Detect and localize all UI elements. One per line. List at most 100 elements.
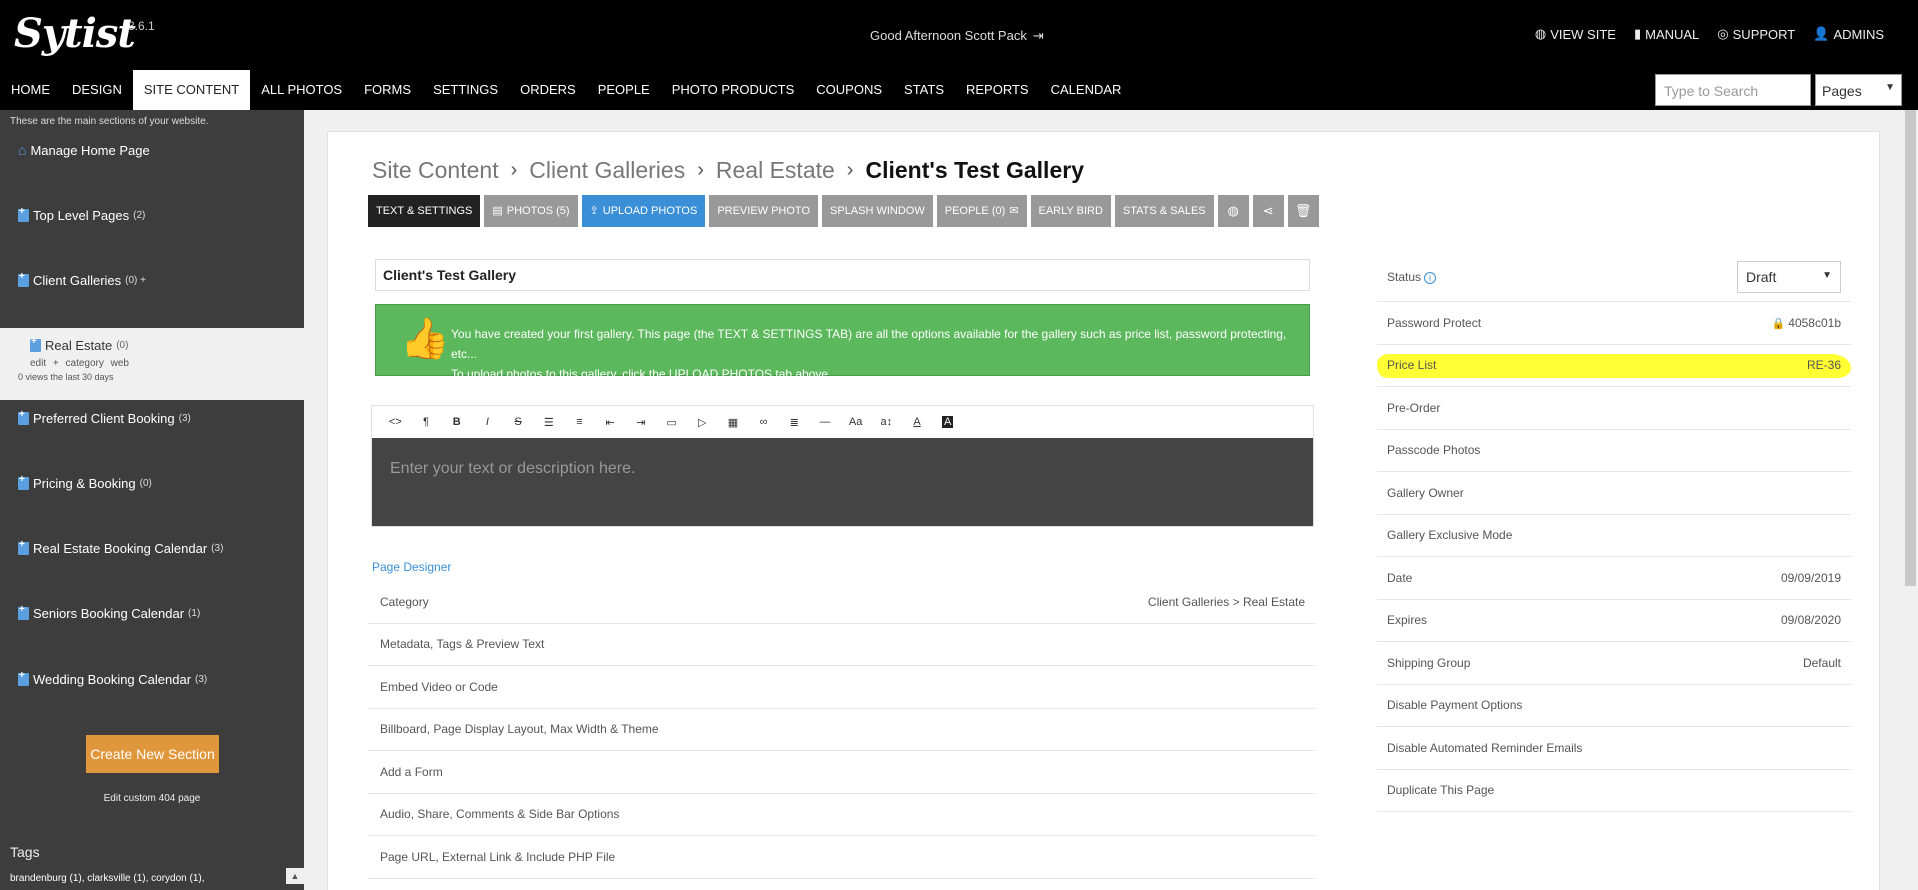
support-link[interactable]: ◎ SUPPORT bbox=[1717, 26, 1795, 42]
scrollbar-thumb[interactable] bbox=[1905, 110, 1916, 586]
setting-passcode-photos[interactable]: Passcode Photos bbox=[1377, 430, 1851, 472]
setting-disable-reminders[interactable]: Disable Automated Reminder Emails bbox=[1377, 727, 1851, 770]
background-color-icon[interactable]: A bbox=[932, 416, 963, 428]
search-input[interactable]: Type to Search bbox=[1655, 74, 1811, 106]
option-category[interactable]: Category Client Galleries > Real Estate bbox=[368, 581, 1315, 624]
setting-password-protect[interactable]: Password Protect 🔒 4058c01b bbox=[1377, 302, 1851, 345]
view-page-icon[interactable]: ◍ bbox=[1217, 195, 1249, 227]
category-links[interactable]: edit + category web bbox=[30, 358, 129, 369]
sidebar-item-real-estate-booking-calendar[interactable]: Real Estate Booking Calendar(3) bbox=[18, 539, 223, 556]
code-view-icon[interactable]: <> bbox=[380, 416, 411, 428]
option-audio-share[interactable]: Audio, Share, Comments & Side Bar Option… bbox=[368, 794, 1315, 836]
share-icon[interactable]: ⋖ bbox=[1252, 195, 1284, 227]
setting-duplicate-page[interactable]: Duplicate This Page bbox=[1377, 770, 1851, 812]
setting-gallery-owner[interactable]: Gallery Owner bbox=[1377, 472, 1851, 515]
status-select[interactable]: Draft ▼ bbox=[1737, 260, 1841, 293]
view-site-link[interactable]: ◍ VIEW SITE bbox=[1535, 26, 1616, 42]
nav-stats[interactable]: STATS bbox=[893, 70, 955, 110]
text-color-icon[interactable]: A bbox=[902, 416, 933, 428]
nav-people[interactable]: PEOPLE bbox=[587, 70, 661, 110]
gallery-title-input[interactable]: Client's Test Gallery bbox=[375, 259, 1310, 291]
nav-calendar[interactable]: CALENDAR bbox=[1040, 70, 1133, 110]
tab-text-settings[interactable]: TEXT & SETTINGS bbox=[368, 195, 481, 227]
bullet-list-icon[interactable]: ☰ bbox=[533, 416, 564, 429]
sidebar-item-seniors-booking-calendar[interactable]: Seniors Booking Calendar(1) bbox=[18, 604, 200, 621]
option-billboard-layout[interactable]: Billboard, Page Display Layout, Max Widt… bbox=[368, 709, 1315, 751]
bold-icon[interactable]: B bbox=[441, 416, 472, 428]
editor-textarea[interactable]: Enter your text or description here. bbox=[372, 438, 1313, 526]
setting-price-list[interactable]: Price List RE-36 bbox=[1377, 345, 1851, 387]
search-scope-select[interactable]: Pages ▼ bbox=[1815, 74, 1902, 106]
option-page-url[interactable]: Page URL, External Link & Include PHP Fi… bbox=[368, 836, 1315, 879]
breadcrumb-site-content[interactable]: Site Content bbox=[372, 157, 499, 184]
sidebar-item-real-estate[interactable]: Real Estate(0) edit + category web 0 vie… bbox=[0, 328, 304, 400]
horizontal-rule-icon[interactable]: — bbox=[810, 416, 841, 428]
info-icon[interactable]: i bbox=[1424, 271, 1437, 284]
sytist-logo[interactable]: Sytist bbox=[14, 10, 136, 57]
nav-photo-products[interactable]: PHOTO PRODUCTS bbox=[661, 70, 806, 110]
outdent-icon[interactable]: ⇤ bbox=[595, 416, 626, 429]
page-designer-link[interactable]: Page Designer bbox=[372, 560, 451, 574]
option-add-form[interactable]: Add a Form bbox=[368, 751, 1315, 794]
breadcrumb-real-estate[interactable]: Real Estate bbox=[716, 157, 835, 184]
page-scrollbar[interactable] bbox=[1903, 110, 1918, 890]
italic-icon[interactable]: I bbox=[472, 416, 503, 428]
sidebar-item-client-galleries[interactable]: Client Galleries(0) + bbox=[18, 271, 146, 288]
image-icon[interactable]: ▭ bbox=[656, 416, 687, 429]
nav-coupons[interactable]: COUPONS bbox=[805, 70, 893, 110]
sidebar-note: These are the main sections of your webs… bbox=[10, 116, 209, 127]
setting-pre-order[interactable]: Pre-Order bbox=[1377, 387, 1851, 430]
tab-preview-photo[interactable]: PREVIEW PHOTO bbox=[709, 195, 819, 227]
nav-site-content[interactable]: SITE CONTENT bbox=[132, 70, 251, 110]
nav-home[interactable]: HOME bbox=[0, 70, 61, 110]
breadcrumb-client-galleries[interactable]: Client Galleries bbox=[529, 157, 685, 184]
tab-upload-photos[interactable]: ⇪ UPLOAD PHOTOS bbox=[581, 195, 706, 227]
edit-404-link[interactable]: Edit custom 404 page bbox=[0, 793, 304, 804]
tab-photos[interactable]: ▤ PHOTOS (5) bbox=[484, 195, 578, 227]
views-count: 0 views the last 30 days bbox=[18, 372, 114, 382]
delete-icon[interactable]: 🗑 bbox=[1287, 195, 1319, 227]
tab-people[interactable]: PEOPLE (0) ✉ bbox=[936, 195, 1027, 227]
nav-all-photos[interactable]: ALL PHOTOS bbox=[250, 70, 353, 110]
sidebar-item-home[interactable]: ⌂ Manage Home Page bbox=[18, 142, 150, 158]
paragraph-icon[interactable]: ¶ bbox=[411, 416, 442, 428]
sidebar-item-top-level-pages[interactable]: Top Level Pages(2) bbox=[18, 206, 145, 223]
manual-link[interactable]: ▮ MANUAL bbox=[1634, 26, 1699, 42]
admins-link[interactable]: 👤 ADMINS bbox=[1813, 26, 1884, 42]
tags-list[interactable]: brandenburg (1), clarksville (1), corydo… bbox=[10, 873, 205, 884]
nav-design[interactable]: DESIGN bbox=[61, 70, 133, 110]
numbered-list-icon[interactable]: ≡ bbox=[564, 416, 595, 428]
nav-reports[interactable]: REPORTS bbox=[955, 70, 1040, 110]
create-new-section-button[interactable]: Create New Section bbox=[86, 735, 219, 773]
scroll-up-icon[interactable]: ▲ bbox=[286, 868, 304, 884]
strikethrough-icon[interactable]: S bbox=[503, 416, 534, 428]
nav-settings[interactable]: SETTINGS bbox=[422, 70, 509, 110]
option-embed-video[interactable]: Embed Video or Code bbox=[368, 666, 1315, 709]
logout-icon[interactable]: ⇥ bbox=[1033, 28, 1044, 43]
option-metadata[interactable]: Metadata, Tags & Preview Text bbox=[368, 624, 1315, 666]
link-icon[interactable]: ∞ bbox=[748, 416, 779, 428]
page-icon bbox=[30, 336, 41, 352]
nav-orders[interactable]: ORDERS bbox=[509, 70, 587, 110]
top-bar: Sytist 3.6.1 Good Afternoon Scott Pack ⇥ … bbox=[0, 0, 1918, 70]
setting-expires[interactable]: Expires 09/08/2020 bbox=[1377, 600, 1851, 642]
tab-early-bird[interactable]: EARLY BIRD bbox=[1030, 195, 1111, 227]
indent-icon[interactable]: ⇥ bbox=[626, 416, 657, 429]
sidebar-item-preferred-client-booking[interactable]: Preferred Client Booking(3) bbox=[18, 409, 191, 426]
tab-stats-sales[interactable]: STATS & SALES bbox=[1114, 195, 1214, 227]
align-icon[interactable]: ≣ bbox=[779, 416, 810, 429]
setting-exclusive-mode[interactable]: Gallery Exclusive Mode bbox=[1377, 515, 1851, 557]
sidebar-item-pricing-booking[interactable]: Pricing & Booking(0) bbox=[18, 474, 152, 491]
setting-shipping-group[interactable]: Shipping Group Default bbox=[1377, 642, 1851, 685]
highlight-mark bbox=[1377, 353, 1851, 378]
sidebar-item-wedding-booking-calendar[interactable]: Wedding Booking Calendar(3) bbox=[18, 670, 207, 687]
font-size-icon[interactable]: Aa bbox=[840, 416, 871, 428]
tab-splash-window[interactable]: SPLASH WINDOW bbox=[822, 195, 933, 227]
video-icon[interactable]: ▷ bbox=[687, 416, 718, 429]
nav-forms[interactable]: FORMS bbox=[353, 70, 422, 110]
table-icon[interactable]: ▦ bbox=[718, 416, 749, 429]
setting-date[interactable]: Date 09/09/2019 bbox=[1377, 557, 1851, 600]
upload-icon: ⇪ bbox=[589, 205, 599, 217]
line-height-icon[interactable]: a↕ bbox=[871, 416, 902, 428]
setting-disable-payment[interactable]: Disable Payment Options bbox=[1377, 685, 1851, 727]
